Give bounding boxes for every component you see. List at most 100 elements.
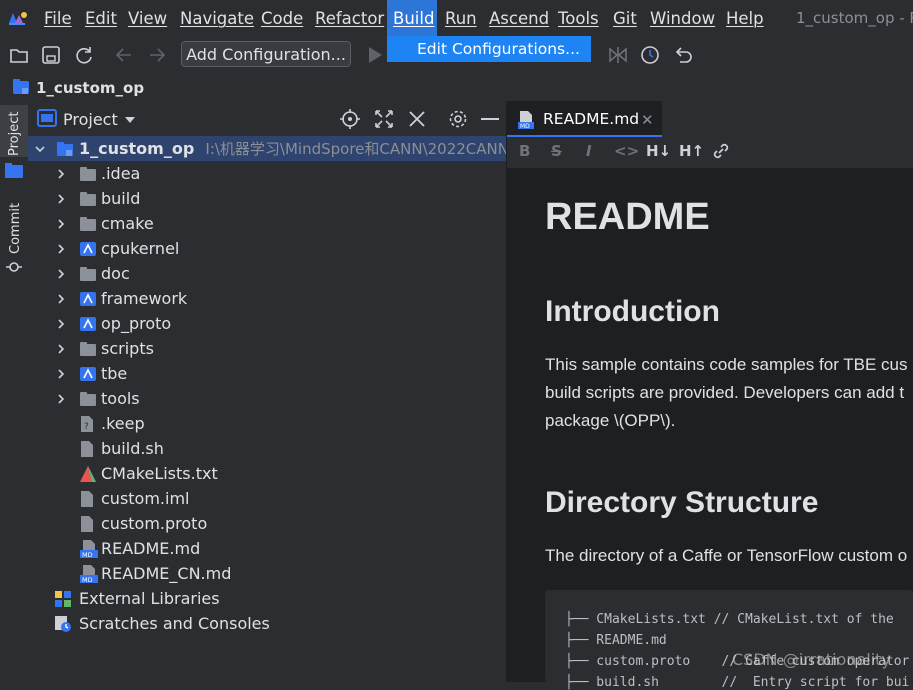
chevron-down-icon[interactable] <box>34 143 46 155</box>
chevron-right-icon[interactable] <box>55 318 67 330</box>
menu-code[interactable]: Code <box>255 0 309 36</box>
chevron-right-icon[interactable] <box>55 393 67 405</box>
tree-folder[interactable]: scripts <box>101 336 154 361</box>
sync-icon[interactable] <box>73 44 95 66</box>
menu-file[interactable]: File <box>38 0 78 36</box>
intro-line-3: package \(OPP\). <box>545 411 676 430</box>
run-icon[interactable] <box>364 44 386 66</box>
folder-icon <box>79 390 97 408</box>
tree-folder[interactable]: framework <box>101 286 187 311</box>
commit-icon[interactable] <box>6 259 22 275</box>
tree-file[interactable]: README_CN.md <box>101 561 231 586</box>
introduction-heading: Introduction <box>545 295 720 328</box>
menu-run[interactable]: Run <box>439 0 483 36</box>
back-arrow-icon[interactable] <box>113 44 135 66</box>
menu-view[interactable]: View <box>122 0 173 36</box>
menu-refactor[interactable]: Refactor <box>309 0 390 36</box>
chevron-right-icon[interactable] <box>55 268 67 280</box>
chevron-right-icon[interactable] <box>55 293 67 305</box>
close-icon[interactable]: ✕ <box>641 111 654 129</box>
chevron-right-icon[interactable] <box>55 193 67 205</box>
tree-file[interactable]: build.sh <box>101 436 164 461</box>
undo-icon[interactable] <box>672 44 694 66</box>
tree-file[interactable]: README.md <box>101 536 200 561</box>
menu-edit[interactable]: Edit <box>79 0 123 36</box>
tree-folder[interactable]: .idea <box>101 161 140 186</box>
link-icon[interactable] <box>712 142 730 160</box>
chevron-right-icon[interactable] <box>55 168 67 180</box>
chevron-right-icon[interactable] <box>55 368 67 380</box>
menu-git[interactable]: Git <box>607 0 643 36</box>
module-folder-icon <box>79 365 97 383</box>
tree-file[interactable]: .keep <box>101 411 145 436</box>
expand-all-icon[interactable] <box>374 109 394 129</box>
heading-increase-icon[interactable]: H↑ <box>679 142 704 160</box>
tree-file[interactable]: custom.iml <box>101 486 189 511</box>
tree-folder[interactable]: cmake <box>101 211 154 236</box>
commit-tool-label[interactable]: Commit <box>8 203 23 254</box>
module-icon <box>12 78 30 96</box>
menu-build[interactable]: Build <box>387 0 437 36</box>
project-view-icon <box>37 109 57 127</box>
tree-file[interactable]: custom.proto <box>101 511 207 536</box>
tree-folder[interactable]: cpukernel <box>101 236 179 261</box>
strikethrough-icon[interactable]: S <box>551 142 562 160</box>
tree-external-libraries[interactable]: External Libraries <box>79 586 220 611</box>
tree-folder[interactable]: doc <box>101 261 130 286</box>
tree-file[interactable]: CMakeLists.txt <box>101 461 218 486</box>
chevron-down-icon[interactable] <box>124 116 136 124</box>
chevron-right-icon[interactable] <box>55 243 67 255</box>
window-title: 1_custom_op - R <box>796 9 913 27</box>
chevron-right-icon[interactable] <box>55 343 67 355</box>
chevron-right-icon[interactable] <box>55 218 67 230</box>
svg-text:MD: MD <box>82 576 93 583</box>
tree-folder[interactable]: tools <box>101 386 140 411</box>
breadcrumb-project[interactable]: 1_custom_op <box>36 79 144 97</box>
tree-folder[interactable]: build <box>101 186 140 211</box>
code-line: ├── CMakeLists.txt // CMakeList.txt of t… <box>565 612 894 627</box>
intro-line-1: This sample contains code samples for TB… <box>545 355 908 374</box>
gear-icon[interactable] <box>448 109 468 129</box>
menu-navigate[interactable]: Navigate <box>174 0 260 36</box>
code-icon[interactable]: <> <box>614 142 639 160</box>
code-line: ├── build.sh // Entry script for bui <box>565 675 910 690</box>
folder-icon <box>79 340 97 358</box>
tree-root[interactable]: 1_custom_op I:\机器学习\MindSpore和CANN\2022C… <box>79 136 524 161</box>
menu-window[interactable]: Window <box>644 0 721 36</box>
history-icon[interactable] <box>639 44 661 66</box>
locate-icon[interactable] <box>340 109 360 129</box>
bold-icon[interactable]: B <box>519 142 530 160</box>
folder-icon <box>79 265 97 283</box>
tree-folder[interactable]: op_proto <box>101 311 171 336</box>
intro-line-2: build scripts are provided. Developers c… <box>545 383 905 402</box>
save-icon[interactable] <box>40 44 62 66</box>
forward-arrow-icon[interactable] <box>146 44 168 66</box>
minimize-icon[interactable] <box>481 117 499 121</box>
module-folder-icon <box>56 140 74 158</box>
italic-icon[interactable]: I <box>586 142 592 160</box>
panel-title[interactable]: Project <box>63 110 118 129</box>
shell-file-icon <box>79 440 95 458</box>
markdown-file-icon: MD <box>79 565 99 583</box>
svg-text:?: ? <box>84 422 89 432</box>
collapse-all-icon[interactable] <box>407 109 427 129</box>
markdown-file-icon: MD <box>516 110 536 130</box>
tree-root-name: 1_custom_op <box>79 139 195 158</box>
menu-ascend[interactable]: Ascend <box>483 0 555 36</box>
tab-label[interactable]: README.md <box>543 110 639 128</box>
edit-configurations-menu-item[interactable]: Edit Configurations... <box>387 36 591 62</box>
folder-icon <box>79 165 97 183</box>
scratches-icon <box>54 615 72 633</box>
add-configuration-button[interactable]: Add Configuration... <box>181 41 351 67</box>
tree-scratches[interactable]: Scratches and Consoles <box>79 611 270 636</box>
project-tool-label[interactable]: Project <box>7 112 22 156</box>
markdown-format-toolbar <box>507 137 913 168</box>
menu-help[interactable]: Help <box>720 0 770 36</box>
menu-tools[interactable]: Tools <box>552 0 605 36</box>
tree-folder[interactable]: tbe <box>101 361 127 386</box>
profiler-icon[interactable] <box>607 44 629 66</box>
code-line: ├── README.md <box>565 633 667 648</box>
open-folder-icon[interactable] <box>8 44 30 66</box>
heading-decrease-icon[interactable]: H↓ <box>646 142 671 160</box>
app-logo-icon <box>7 9 29 27</box>
